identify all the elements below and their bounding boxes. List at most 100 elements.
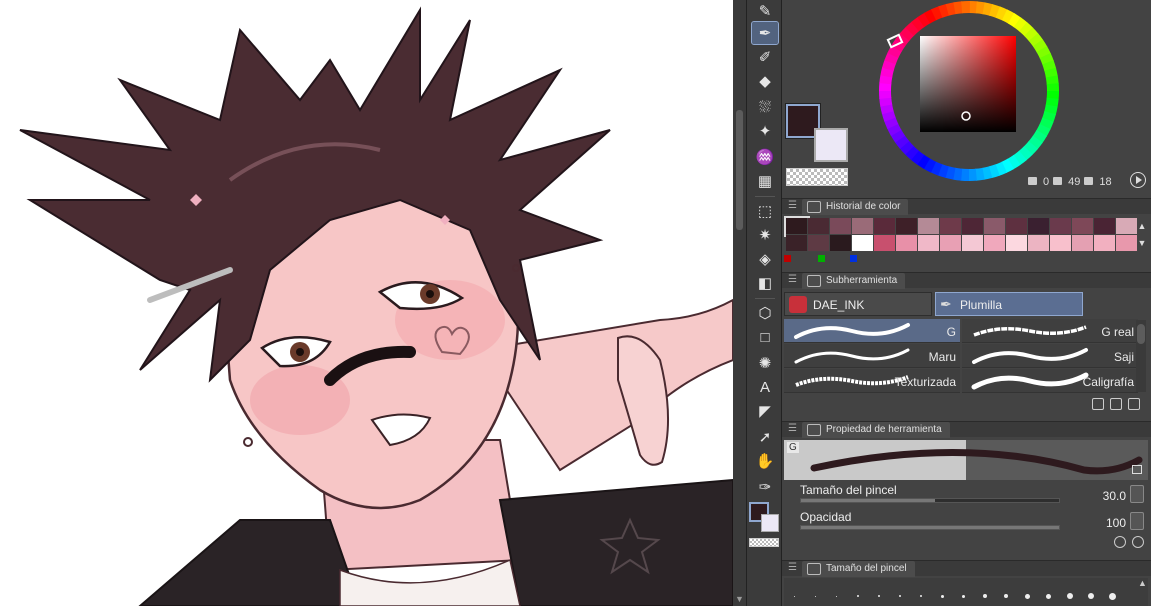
hue-segment[interactable] (1001, 158, 1014, 173)
hue-segment[interactable] (938, 3, 950, 18)
tab-tool-property[interactable]: Propiedad de herramienta (802, 422, 950, 438)
hue-segment[interactable] (884, 116, 899, 130)
size-preset-dot[interactable] (1067, 593, 1073, 599)
hue-segment[interactable] (989, 4, 1001, 19)
hue-segment[interactable] (953, 1, 964, 15)
brush-list-scrollbar[interactable] (1136, 320, 1146, 392)
rectangle-icon[interactable]: □ (752, 326, 778, 348)
hue-segment[interactable] (899, 140, 914, 155)
size-preset-dot[interactable] (1004, 594, 1008, 598)
history-swatch[interactable] (852, 218, 874, 235)
history-swatch[interactable] (1072, 218, 1094, 235)
history-swatch[interactable] (830, 218, 852, 235)
size-preset-dot[interactable] (962, 594, 965, 598)
hue-segment[interactable] (882, 59, 897, 71)
pen-icon[interactable]: ✎ (752, 0, 778, 22)
brush-item-saji[interactable]: Saji (962, 344, 1138, 368)
pen-icon[interactable]: ✒ (751, 21, 779, 45)
hue-segment[interactable] (905, 21, 920, 36)
hue-segment[interactable] (974, 167, 985, 181)
magic-wand-icon[interactable]: ✷ (752, 224, 778, 246)
opacity-value[interactable]: 100 (1106, 516, 1126, 530)
hue-segment[interactable] (910, 150, 925, 165)
tab-color-history[interactable]: Historial de color (802, 199, 909, 215)
hue-segment[interactable] (1001, 9, 1015, 24)
trash-icon[interactable] (1128, 398, 1140, 410)
hue-segment[interactable] (1013, 17, 1028, 32)
hue-segment[interactable] (924, 9, 937, 24)
hue-segment[interactable] (982, 2, 994, 16)
hue-segment[interactable] (880, 103, 894, 115)
history-swatch[interactable] (808, 235, 830, 252)
menu-icon[interactable]: ☰ (788, 424, 797, 434)
size-scrollbar[interactable]: ▲ (1138, 578, 1148, 606)
hue-segment[interactable] (930, 161, 943, 176)
history-swatch[interactable] (1006, 218, 1028, 235)
hue-segment[interactable] (1045, 97, 1059, 108)
hue-segment[interactable] (1013, 150, 1027, 166)
hue-segment[interactable] (1028, 135, 1043, 150)
hue-segment[interactable] (911, 16, 925, 32)
timer-icon[interactable] (1114, 536, 1126, 548)
hue-segment[interactable] (1028, 33, 1044, 47)
hand-icon[interactable]: ✋ (752, 450, 778, 472)
history-swatch[interactable] (984, 218, 1006, 235)
import-icon[interactable] (1092, 398, 1104, 410)
hue-segment[interactable] (1023, 141, 1038, 156)
size-preset-dot[interactable] (1088, 593, 1094, 599)
history-swatch[interactable] (1094, 235, 1116, 252)
burst-icon[interactable]: ✺ (752, 352, 778, 374)
eraser-icon[interactable]: ◆ (752, 70, 778, 92)
hue-segment[interactable] (916, 154, 931, 169)
hue-segment[interactable] (1007, 13, 1022, 28)
hue-segment[interactable] (917, 12, 931, 28)
tab-subtool[interactable]: Subherramienta (802, 273, 906, 289)
history-swatch[interactable] (1006, 235, 1028, 252)
gradient-icon[interactable]: ◧ (752, 272, 778, 294)
hue-segment[interactable] (930, 6, 944, 21)
hue-segment[interactable] (887, 123, 902, 136)
size-preset-dot[interactable] (920, 595, 922, 597)
lasso-icon[interactable]: ⬚ (752, 200, 778, 222)
size-preset-dot[interactable] (941, 594, 944, 598)
history-swatch[interactable] (786, 235, 808, 252)
hue-segment[interactable] (1039, 52, 1054, 66)
hue-segment[interactable] (1007, 154, 1021, 170)
history-swatch[interactable] (1116, 218, 1138, 235)
hue-segment[interactable] (879, 74, 893, 85)
history-swatch[interactable] (940, 218, 962, 235)
menu-icon[interactable]: ☰ (788, 563, 797, 573)
brush-item-g-real[interactable]: G real (962, 319, 1138, 343)
hue-segment[interactable] (944, 166, 956, 180)
size-preset-dot[interactable] (836, 595, 837, 597)
history-swatch[interactable] (1028, 235, 1050, 252)
hue-segment[interactable] (1041, 111, 1056, 123)
size-preset-dot[interactable] (878, 595, 880, 597)
history-swatch[interactable] (784, 216, 810, 237)
history-swatch[interactable] (918, 235, 940, 252)
history-swatch[interactable] (962, 218, 984, 235)
history-swatch[interactable] (874, 235, 896, 252)
sub-color-swatch[interactable] (814, 128, 848, 162)
hue-segment[interactable] (1039, 117, 1054, 130)
grid-icon[interactable]: ▦ (752, 170, 778, 192)
blend-icon[interactable]: ♒ (752, 146, 778, 168)
hue-segment[interactable] (881, 110, 896, 122)
brush-size-row[interactable]: Tamaño del pincel 30.0 (796, 483, 1148, 507)
brush-item-caligrafia[interactable]: Caligrafía (962, 369, 1138, 393)
ruler-icon[interactable]: ◤ (752, 400, 778, 422)
hue-segment[interactable] (995, 6, 1008, 21)
transparent-color-swatch-small[interactable] (749, 538, 779, 547)
tab-brush-size[interactable]: Tamaño del pincel (802, 561, 915, 577)
hue-segment[interactable] (1019, 22, 1034, 37)
hue-segment[interactable] (880, 66, 894, 78)
hue-segment[interactable] (1024, 27, 1039, 42)
size-preset-dot[interactable] (815, 595, 816, 597)
hue-segment[interactable] (937, 163, 949, 178)
menu-icon[interactable]: ☰ (788, 275, 797, 285)
wrench-icon[interactable] (1132, 536, 1144, 548)
history-swatch[interactable] (1028, 218, 1050, 235)
opacity-slider[interactable] (800, 525, 1060, 530)
play-icon[interactable] (1130, 172, 1146, 188)
size-preset-dot[interactable] (983, 594, 987, 598)
